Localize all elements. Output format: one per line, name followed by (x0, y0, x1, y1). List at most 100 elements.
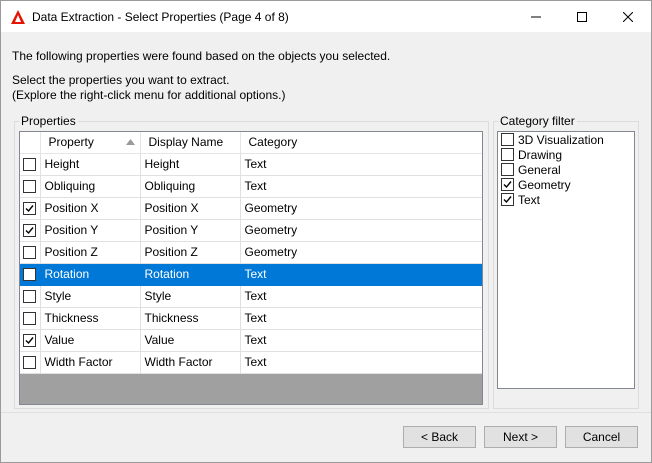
minimize-icon (531, 16, 541, 17)
category-filter-item[interactable]: Text (498, 192, 634, 207)
category-filter-item[interactable]: Geometry (498, 177, 634, 192)
properties-group-label: Properties (19, 114, 78, 128)
category-cell: Geometry (240, 241, 482, 264)
table-row[interactable]: Thickness Thickness Text (20, 307, 482, 330)
row-checkbox-cell[interactable] (20, 219, 41, 242)
row-checkbox-cell[interactable] (20, 351, 41, 374)
checkbox[interactable] (23, 268, 37, 282)
autocad-logo-icon (10, 9, 26, 25)
display-name-cell[interactable]: Obliquing (140, 175, 241, 198)
property-cell: Position X (40, 197, 141, 220)
checkbox[interactable] (501, 148, 514, 161)
category-cell: Geometry (240, 219, 482, 242)
cancel-button[interactable]: Cancel (565, 426, 638, 448)
category-filter-item-label: 3D Visualization (518, 132, 604, 147)
checkmark-icon (25, 227, 34, 235)
checkbox[interactable] (23, 312, 37, 326)
maximize-button[interactable] (559, 1, 605, 32)
category-cell: Geometry (240, 197, 482, 220)
table-row[interactable]: Rotation Rotation Text (20, 263, 482, 286)
footer-separator (1, 412, 651, 413)
display-name-cell[interactable]: Thickness (140, 307, 241, 330)
property-cell: Position Y (40, 219, 141, 242)
checkbox[interactable] (23, 180, 37, 194)
column-header-category[interactable]: Category (240, 132, 482, 154)
table-row[interactable]: Position X Position X Geometry (20, 197, 482, 220)
checkbox[interactable] (23, 224, 37, 238)
checkmark-icon (25, 337, 34, 345)
property-cell: Value (40, 329, 141, 352)
table-row[interactable]: Value Value Text (20, 329, 482, 352)
display-name-cell[interactable]: Width Factor (140, 351, 241, 374)
category-filter-item-label: General (518, 162, 561, 177)
back-button[interactable]: < Back (403, 426, 476, 448)
category-filter-item-label: Text (518, 192, 541, 207)
close-icon (623, 11, 633, 22)
category-filter-item[interactable]: 3D Visualization (498, 132, 634, 147)
checkbox[interactable] (501, 163, 514, 176)
display-name-cell[interactable]: Position Z (140, 241, 241, 264)
category-filter-item-label: Geometry (518, 177, 571, 192)
table-header-row: Property Display Name Category (20, 132, 482, 154)
column-header-property[interactable]: Property (40, 132, 141, 154)
checkbox[interactable] (23, 202, 37, 216)
category-filter-item[interactable]: General (498, 162, 634, 177)
properties-table[interactable]: Property Display Name Category Height Hei… (19, 131, 483, 405)
display-name-cell[interactable]: Style (140, 285, 241, 308)
property-cell: Style (40, 285, 141, 308)
row-checkbox-cell[interactable] (20, 153, 41, 176)
display-name-cell[interactable]: Rotation (140, 263, 241, 286)
row-checkbox-cell[interactable] (20, 197, 41, 220)
property-cell: Height (40, 153, 141, 176)
row-checkbox-cell[interactable] (20, 307, 41, 330)
display-name-cell[interactable]: Height (140, 153, 241, 176)
table-row[interactable]: Width Factor Width Factor Text (20, 351, 482, 374)
property-cell: Thickness (40, 307, 141, 330)
checkbox[interactable] (501, 133, 514, 146)
property-cell: Rotation (40, 263, 141, 286)
column-header-display-name[interactable]: Display Name (140, 132, 241, 154)
checkbox[interactable] (23, 246, 37, 260)
property-cell: Position Z (40, 241, 141, 264)
checkbox[interactable] (501, 178, 514, 191)
row-checkbox-cell[interactable] (20, 263, 41, 286)
column-header-checkbox (20, 132, 41, 154)
instruction-text: Select the properties you want to extrac… (12, 73, 230, 87)
category-filter-item[interactable]: Drawing (498, 147, 634, 162)
checkmark-icon (503, 196, 512, 204)
title-bar: Data Extraction - Select Properties (Pag… (1, 1, 651, 32)
checkbox[interactable] (501, 193, 514, 206)
checkbox[interactable] (23, 158, 37, 172)
table-row[interactable]: Position Y Position Y Geometry (20, 219, 482, 242)
table-row[interactable]: Obliquing Obliquing Text (20, 175, 482, 198)
category-cell: Text (240, 153, 482, 176)
checkbox[interactable] (23, 334, 37, 348)
display-name-cell[interactable]: Position Y (140, 219, 241, 242)
checkbox[interactable] (23, 290, 37, 304)
table-row[interactable]: Position Z Position Z Geometry (20, 241, 482, 264)
property-cell: Width Factor (40, 351, 141, 374)
hint-text: (Explore the right-click menu for additi… (12, 88, 286, 102)
category-cell: Text (240, 285, 482, 308)
close-button[interactable] (605, 1, 651, 32)
table-row[interactable]: Height Height Text (20, 153, 482, 176)
category-cell: Text (240, 351, 482, 374)
intro-text: The following properties were found base… (12, 49, 391, 63)
category-filter-item-label: Drawing (518, 147, 563, 162)
checkbox[interactable] (23, 356, 37, 370)
display-name-cell[interactable]: Value (140, 329, 241, 352)
sort-ascending-icon (125, 139, 135, 145)
minimize-button[interactable] (513, 1, 559, 32)
next-button[interactable]: Next > (484, 426, 557, 448)
row-checkbox-cell[interactable] (20, 175, 41, 198)
category-cell: Text (240, 329, 482, 352)
row-checkbox-cell[interactable] (20, 241, 41, 264)
category-filter-list[interactable]: 3D Visualization Drawing General Geometry Te… (497, 131, 635, 389)
row-checkbox-cell[interactable] (20, 329, 41, 352)
display-name-cell[interactable]: Position X (140, 197, 241, 220)
row-checkbox-cell[interactable] (20, 285, 41, 308)
category-cell: Text (240, 263, 482, 286)
table-row[interactable]: Style Style Text (20, 285, 482, 308)
dialog-window: Data Extraction - Select Properties (Pag… (0, 0, 652, 463)
maximize-icon (577, 11, 587, 22)
